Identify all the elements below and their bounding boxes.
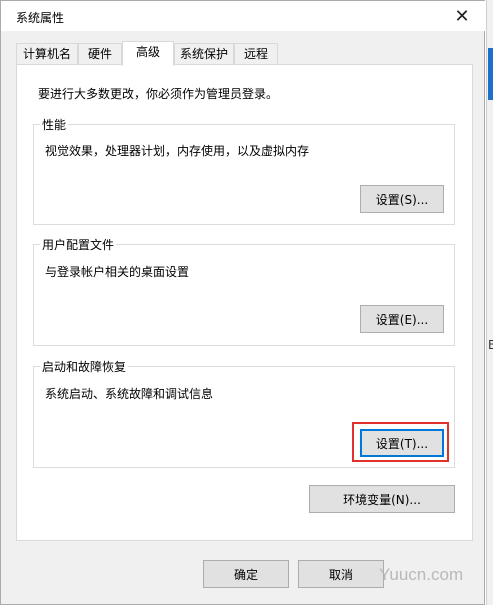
background-accent [488,48,493,100]
tab-advanced[interactable]: 高级 [122,41,174,66]
title-bar[interactable]: 系统属性 ✕ [1,1,485,31]
admin-note: 要进行大多数更改，你必须作为管理员登录。 [38,87,279,101]
user-profiles-group: 用户配置文件 与登录帐户相关的桌面设置 设置(E)... [33,236,455,346]
performance-group: 性能 视觉效果，处理器计划，内存使用，以及虚拟内存 设置(S)... [33,116,455,225]
performance-title: 性能 [40,116,69,133]
window-title: 系统属性 [16,11,65,25]
startup-recovery-desc: 系统启动、系统故障和调试信息 [45,387,214,401]
tab-remote[interactable]: 远程 [234,43,278,65]
environment-variables-button[interactable]: 环境变量(N)... [309,485,455,513]
background-window-edge: B [486,0,493,605]
cancel-button[interactable]: 取消 [298,560,384,588]
watermark-text: Yuucn.com [379,565,464,584]
tab-hardware[interactable]: 硬件 [78,43,122,65]
background-text: B [488,338,493,352]
performance-desc: 视觉效果，处理器计划，内存使用，以及虚拟内存 [45,144,310,158]
close-button[interactable]: ✕ [439,1,485,31]
system-properties-dialog: 系统属性 ✕ 计算机名 硬件 高级 系统保护 远程 要进行大多数更改，你必须作为… [0,0,485,605]
close-icon: ✕ [454,5,470,27]
ok-button[interactable]: 确定 [203,560,289,588]
user-profiles-desc: 与登录帐户相关的桌面设置 [45,265,190,279]
tab-computer-name[interactable]: 计算机名 [16,43,78,65]
advanced-tab-panel: 要进行大多数更改，你必须作为管理员登录。 性能 视觉效果，处理器计划，内存使用，… [16,64,473,541]
performance-settings-button[interactable]: 设置(S)... [360,185,444,213]
user-profiles-title: 用户配置文件 [40,236,117,253]
startup-recovery-group: 启动和故障恢复 系统启动、系统故障和调试信息 设置(T)... [33,358,455,468]
tab-system-protection[interactable]: 系统保护 [174,43,234,65]
startup-recovery-title: 启动和故障恢复 [40,358,129,375]
user-profiles-settings-button[interactable]: 设置(E)... [360,305,444,333]
highlight-box [352,422,449,462]
